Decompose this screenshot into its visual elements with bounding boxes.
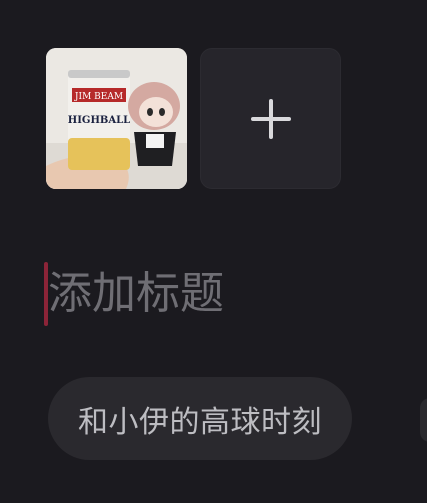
title-input[interactable]	[48, 266, 388, 322]
plus-icon	[250, 98, 291, 139]
topic-chip-partial[interactable]	[420, 398, 427, 442]
photo-thumbnail[interactable]: JIM BEAM HIGHBALL	[46, 48, 187, 189]
topic-chip-label: 和小伊的高球时刻	[78, 404, 322, 440]
add-photo-button[interactable]	[200, 48, 341, 189]
topic-chip[interactable]: 和小伊的高球时刻	[48, 377, 352, 460]
photo-image: JIM BEAM HIGHBALL	[46, 48, 187, 189]
can-brand-text: JIM BEAM	[74, 92, 123, 102]
can-label-text: HIGHBALL	[68, 115, 130, 126]
